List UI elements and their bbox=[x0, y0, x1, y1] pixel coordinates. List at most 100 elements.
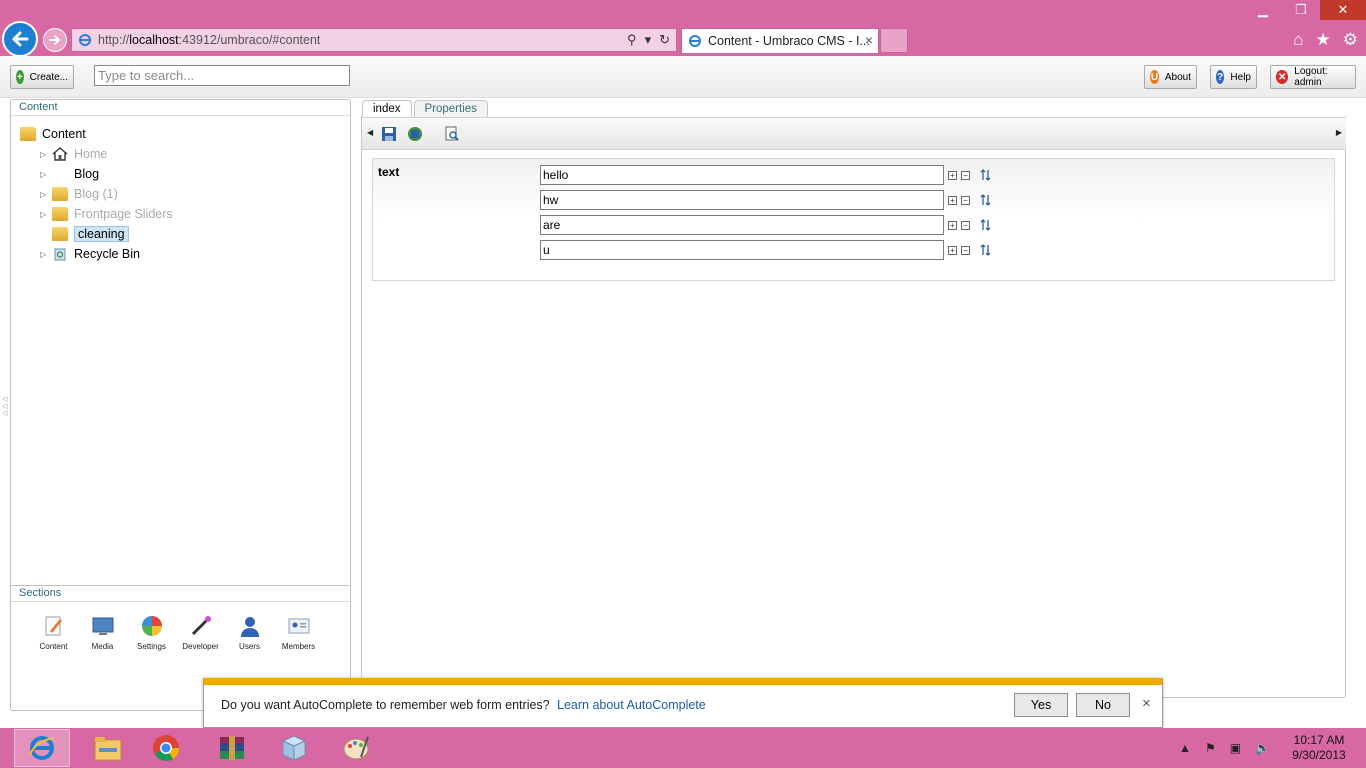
sort-arrows-icon[interactable] bbox=[980, 194, 992, 206]
text-field-1[interactable] bbox=[540, 165, 944, 185]
network-icon[interactable]: ▣ bbox=[1230, 741, 1241, 755]
chevron-down-icon[interactable]: ▾ bbox=[645, 32, 652, 48]
add-icon[interactable]: + bbox=[948, 245, 957, 255]
close-icon[interactable]: × bbox=[1142, 695, 1151, 712]
help-label: Help bbox=[1230, 71, 1251, 83]
gear-icon[interactable]: ⚙ bbox=[1343, 30, 1358, 50]
save-icon[interactable] bbox=[381, 126, 397, 142]
tree-item-blog[interactable]: ▷ Blog bbox=[20, 164, 173, 184]
expand-arrow-icon[interactable]: ▷ bbox=[40, 170, 52, 179]
logout-button[interactable]: ✕ Logout: admin bbox=[1270, 65, 1356, 89]
taskbar-chrome[interactable] bbox=[138, 729, 194, 767]
monitor-icon bbox=[92, 617, 113, 635]
learn-autocomplete-link[interactable]: Learn about AutoComplete bbox=[557, 698, 706, 712]
search-icon[interactable]: ⚲ bbox=[627, 32, 637, 48]
save-and-publish-icon[interactable] bbox=[407, 126, 423, 142]
action-center-flag-icon[interactable]: ⚑ bbox=[1205, 741, 1216, 755]
section-media[interactable]: Media bbox=[78, 614, 127, 651]
text-field-2[interactable] bbox=[540, 190, 944, 210]
new-tab-button[interactable] bbox=[880, 28, 908, 53]
add-icon[interactable]: + bbox=[948, 170, 957, 180]
taskbar-winrar[interactable] bbox=[204, 729, 260, 767]
remove-icon[interactable]: − bbox=[961, 245, 970, 255]
tree-item-recycle-bin[interactable]: ▷ Recycle Bin bbox=[20, 244, 173, 264]
arrow-left-icon bbox=[12, 31, 29, 47]
umbraco-app: + Create... U About ? Help ✕ Logout: adm… bbox=[0, 56, 1366, 728]
panel-title: Sections bbox=[19, 587, 62, 599]
section-users[interactable]: Users bbox=[225, 614, 274, 651]
section-settings[interactable]: Settings bbox=[127, 614, 176, 651]
tree-item-frontpage-sliders[interactable]: ▷ Frontpage Sliders bbox=[20, 204, 173, 224]
minimize-icon[interactable]: ▁ bbox=[1244, 0, 1282, 20]
autocomplete-message: Do you want AutoComplete to remember web… bbox=[221, 698, 550, 712]
section-content[interactable]: Content bbox=[29, 614, 78, 651]
section-members[interactable]: Members bbox=[274, 614, 323, 651]
close-tab-icon[interactable]: × bbox=[865, 32, 873, 48]
repeatable-field-row: + − bbox=[540, 215, 992, 235]
help-icon: ? bbox=[1216, 70, 1225, 84]
section-developer[interactable]: Developer bbox=[176, 614, 225, 651]
expand-arrow-icon[interactable]: ▷ bbox=[40, 210, 52, 219]
clock-time: 10:17 AM bbox=[1293, 733, 1345, 747]
clock-date: 9/30/2013 bbox=[1292, 748, 1346, 762]
search-input[interactable] bbox=[94, 65, 350, 86]
volume-icon[interactable]: 🔈 bbox=[1255, 741, 1270, 755]
home-icon[interactable]: ⌂ bbox=[1293, 30, 1303, 50]
tab-properties[interactable]: Properties bbox=[413, 100, 488, 117]
text-field-3[interactable] bbox=[540, 215, 944, 235]
add-icon[interactable]: + bbox=[948, 195, 957, 205]
editor-tabs: index Properties bbox=[362, 100, 490, 117]
scroll-left-icon[interactable]: ◀ bbox=[367, 128, 373, 137]
remove-icon[interactable]: − bbox=[961, 220, 970, 230]
create-button[interactable]: + Create... bbox=[10, 65, 74, 89]
restore-icon[interactable]: ❐ bbox=[1282, 0, 1320, 20]
preview-icon[interactable] bbox=[444, 126, 460, 142]
tree-item-blog-1[interactable]: ▷ Blog (1) bbox=[20, 184, 173, 204]
pencil-document-icon bbox=[45, 616, 62, 636]
refresh-icon[interactable]: ↻ bbox=[659, 32, 670, 48]
show-hidden-icons-icon[interactable]: ▲ bbox=[1179, 741, 1191, 755]
system-tray: ▲ ⚑ ▣ 🔈 10:17 AM 9/30/2013 bbox=[1179, 728, 1366, 768]
tab-index[interactable]: index bbox=[362, 100, 412, 117]
taskbar-ie[interactable] bbox=[14, 729, 70, 767]
windows-taskbar: ▲ ⚑ ▣ 🔈 10:17 AM 9/30/2013 bbox=[0, 728, 1366, 768]
add-icon[interactable]: + bbox=[948, 220, 957, 230]
remove-icon[interactable]: − bbox=[961, 195, 970, 205]
expand-arrow-icon[interactable]: ▷ bbox=[40, 150, 52, 159]
expand-arrow-icon[interactable]: ▷ bbox=[40, 250, 52, 259]
autocomplete-no-button[interactable]: No bbox=[1076, 693, 1130, 717]
expand-arrow-icon[interactable]: ▷ bbox=[40, 190, 52, 199]
address-bar[interactable]: http://localhost:43912/umbraco/#content … bbox=[71, 28, 677, 52]
forward-button[interactable] bbox=[43, 28, 67, 52]
repeatable-field-row: + − bbox=[540, 165, 992, 185]
sort-arrows-icon[interactable] bbox=[980, 219, 992, 231]
tree-item-content-root[interactable]: Content bbox=[20, 124, 173, 144]
sort-arrows-icon[interactable] bbox=[980, 169, 992, 181]
tree-item-home[interactable]: ▷ Home bbox=[20, 144, 173, 164]
taskbar-virtualbox[interactable] bbox=[266, 729, 322, 767]
remove-icon[interactable]: − bbox=[961, 170, 970, 180]
taskbar-paint[interactable] bbox=[328, 729, 384, 767]
close-window-icon[interactable]: ✕ bbox=[1320, 0, 1366, 20]
help-button[interactable]: ? Help bbox=[1210, 65, 1257, 89]
plus-icon: + bbox=[16, 70, 24, 84]
chrome-icon bbox=[153, 735, 180, 761]
star-icon[interactable]: ★ bbox=[1316, 30, 1331, 50]
scroll-right-icon[interactable]: ▶ bbox=[1336, 128, 1342, 137]
logout-icon: ✕ bbox=[1276, 70, 1289, 84]
browser-tab[interactable]: Content - Umbraco CMS - I... × bbox=[681, 28, 879, 53]
color-wheel-icon bbox=[141, 616, 162, 636]
tree-item-cleaning[interactable]: cleaning bbox=[20, 224, 173, 244]
clock[interactable]: 10:17 AM 9/30/2013 bbox=[1284, 733, 1354, 763]
ie-icon bbox=[79, 34, 91, 46]
collapse-handle-icon[interactable]: ◁ ◁ ◁ bbox=[2, 396, 7, 417]
text-field-4[interactable] bbox=[540, 240, 944, 260]
taskbar-explorer[interactable] bbox=[80, 729, 136, 767]
content-tree: Content ▷ Home ▷ Blog ▷ Blog (1) ▷ Front… bbox=[20, 124, 173, 264]
autocomplete-yes-button[interactable]: Yes bbox=[1014, 693, 1068, 717]
panel-title: Content bbox=[19, 101, 58, 113]
content-tree-panel: Content Content ▷ Home ▷ Blog ▷ Blog (1) bbox=[10, 99, 351, 631]
sort-arrows-icon[interactable] bbox=[980, 244, 992, 256]
about-button[interactable]: U About bbox=[1144, 65, 1197, 89]
back-button[interactable] bbox=[2, 21, 38, 57]
